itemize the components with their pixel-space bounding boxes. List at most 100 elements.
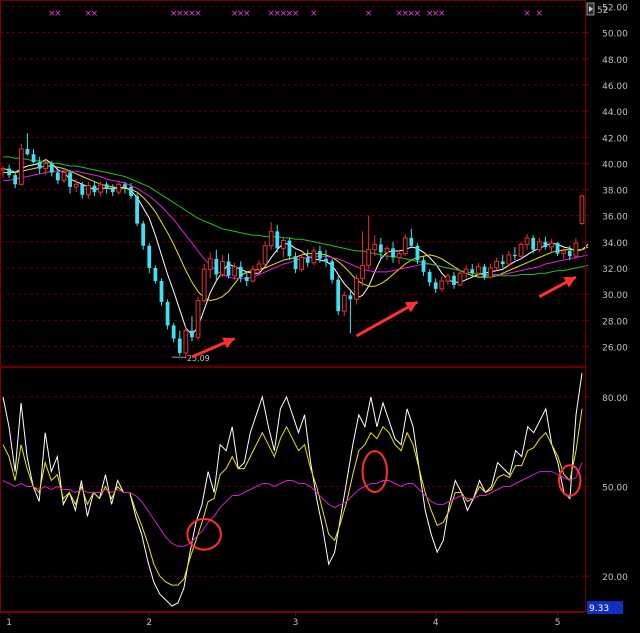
ma5-line — [2, 158, 589, 336]
indicator-tick-label: 80.00 — [602, 394, 628, 404]
candle-body — [287, 240, 292, 257]
price-tick-label: 50.00 — [602, 30, 628, 40]
candle-body — [207, 258, 213, 270]
price-tick-label: 36.00 — [602, 213, 628, 223]
candle-body — [49, 163, 54, 173]
candle-body — [159, 281, 164, 302]
candle-body — [73, 183, 79, 188]
candle-body — [452, 275, 456, 285]
price-tick-label: 38.00 — [602, 187, 628, 197]
signal-marker: × — [194, 9, 202, 19]
price-top-label: 52 — [597, 6, 608, 16]
stock-chart-window: 26.00 28.00 30.00 32.00 34.00 36.00 38.00 40.00… — [0, 0, 640, 629]
candle-body — [324, 258, 328, 262]
candle-body — [336, 279, 341, 312]
x-tick-label: 2 — [146, 618, 152, 628]
candle-body — [488, 267, 493, 278]
candle-body — [573, 242, 579, 257]
candle-body — [56, 172, 60, 181]
price-tick-label: 46.00 — [602, 82, 628, 92]
candle-body — [110, 188, 115, 193]
candle-body — [555, 243, 560, 254]
candle-body — [330, 261, 334, 280]
candle-body — [25, 149, 30, 155]
candle-body — [567, 250, 572, 257]
candle-body — [214, 258, 219, 275]
candle-body — [396, 253, 402, 259]
signal-marker: × — [414, 9, 422, 19]
candle-body — [147, 245, 152, 268]
annotation-ellipse — [361, 450, 388, 493]
candle-body — [506, 254, 512, 265]
candle-body — [402, 237, 408, 255]
candle-body — [190, 330, 194, 338]
x-tick-label: 1 — [6, 618, 12, 628]
candle-body — [177, 338, 182, 353]
candle-body — [256, 263, 262, 270]
candle-body — [341, 294, 347, 312]
candle-body — [129, 186, 133, 197]
candle-body — [135, 196, 139, 224]
candle-body — [543, 241, 548, 248]
candle-body — [415, 245, 420, 261]
candle-body — [220, 260, 225, 275]
annotations — [186, 275, 582, 551]
price-tick-label: 34.00 — [602, 239, 628, 249]
signal-marker: × — [243, 9, 251, 19]
candle-body — [463, 268, 469, 274]
candle-body — [421, 260, 426, 272]
indicator-line-slow — [2, 462, 583, 547]
candle-body — [226, 261, 231, 276]
candle-body — [305, 257, 310, 263]
candle-body — [318, 250, 322, 259]
candle-body — [531, 237, 536, 250]
candle-body — [579, 195, 585, 225]
candle-body — [445, 275, 451, 282]
candle-body — [262, 245, 268, 265]
candle-body — [439, 280, 445, 290]
signal-marker: × — [523, 9, 531, 19]
price-tick-label: 40.00 — [602, 160, 628, 170]
candle-body — [354, 277, 359, 300]
candle-body — [201, 268, 207, 302]
candle-body — [195, 300, 201, 338]
signal-marker: × — [438, 9, 446, 19]
candle-body — [513, 254, 517, 257]
annotation-arrow — [355, 300, 419, 338]
candle-body — [275, 231, 280, 249]
candle-body — [280, 240, 286, 249]
candle-body — [123, 184, 127, 187]
price-tick-label: 42.00 — [602, 134, 628, 144]
candle-body — [37, 162, 42, 169]
indicator-tick-label: 20.00 — [602, 573, 628, 583]
signal-marker: × — [536, 9, 544, 19]
candle-body — [171, 325, 176, 339]
candle-body — [68, 172, 72, 187]
candle-body — [500, 261, 505, 265]
candle-body — [475, 266, 481, 274]
candle-body — [299, 257, 305, 270]
candle-body — [104, 184, 109, 189]
signal-marker: × — [365, 9, 373, 19]
candle-body — [524, 237, 530, 245]
annotation-ellipse — [186, 518, 222, 551]
candle-body — [433, 282, 438, 289]
candle-body — [165, 301, 170, 326]
candle-body — [13, 175, 18, 185]
candle-body — [232, 266, 237, 277]
price-tick-label: 32.00 — [602, 265, 628, 275]
candle-body — [391, 248, 395, 258]
candle-body — [311, 250, 317, 264]
candle-body — [92, 185, 97, 193]
candle-body — [293, 256, 298, 270]
candle-body — [427, 271, 432, 283]
candle-body — [98, 183, 103, 193]
signal-marker: × — [91, 9, 99, 19]
candle-body — [244, 277, 249, 282]
candle-body — [268, 230, 274, 247]
candle-body — [85, 185, 91, 196]
candle-body — [470, 269, 475, 274]
candle-body — [372, 243, 378, 251]
x-axis: 1 2 3 4 5 — [0, 0, 586, 628]
candle-body — [0, 168, 6, 171]
